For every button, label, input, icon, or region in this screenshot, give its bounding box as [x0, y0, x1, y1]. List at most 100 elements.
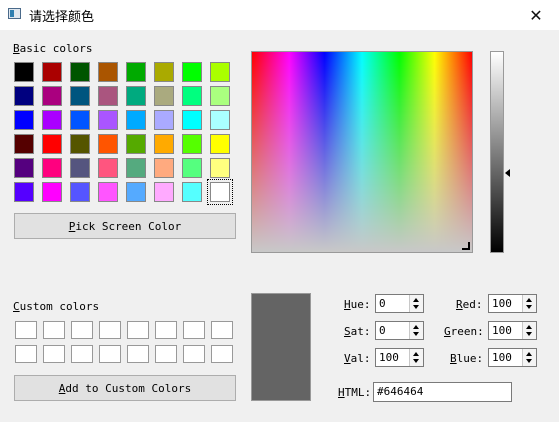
basic-color-swatch[interactable] — [14, 158, 34, 178]
basic-color-swatch[interactable] — [182, 134, 202, 154]
custom-color-swatch[interactable] — [183, 345, 205, 363]
basic-color-swatch[interactable] — [70, 62, 90, 82]
basic-color-swatch[interactable] — [42, 110, 62, 130]
sat-down-arrow-icon[interactable] — [413, 332, 419, 336]
basic-color-swatch[interactable] — [70, 134, 90, 154]
basic-color-swatch[interactable] — [210, 134, 230, 154]
basic-color-swatch[interactable] — [14, 182, 34, 202]
basic-color-swatch[interactable] — [210, 110, 230, 130]
red-spinbox[interactable]: 100 — [488, 294, 537, 313]
basic-color-swatch[interactable] — [210, 62, 230, 82]
sat-spinbox[interactable]: 0 — [375, 321, 424, 340]
hue-saturation-spectrum[interactable] — [251, 51, 473, 253]
hue-down-arrow-icon[interactable] — [413, 305, 419, 309]
basic-color-swatch[interactable] — [70, 182, 90, 202]
red-label: Red: — [456, 298, 483, 311]
basic-color-swatch[interactable] — [126, 62, 146, 82]
html-color-input[interactable]: #646464 — [373, 382, 512, 402]
html-label: HTML: — [338, 386, 372, 399]
spectrum-crosshair[interactable] — [462, 242, 470, 250]
custom-color-swatch[interactable] — [43, 321, 65, 339]
hue-label: Hue: — [344, 298, 371, 311]
basic-color-swatch[interactable] — [126, 158, 146, 178]
blue-up-arrow-icon[interactable] — [526, 352, 532, 356]
close-button[interactable]: ✕ — [513, 0, 559, 30]
pick-screen-color-label: Pick Screen Color — [68, 219, 182, 233]
val-spinbox[interactable]: 100 — [375, 348, 424, 367]
basic-color-swatch[interactable] — [182, 182, 202, 202]
basic-color-swatch[interactable] — [42, 158, 62, 178]
luminance-arrow-icon[interactable] — [505, 169, 510, 177]
basic-color-swatch[interactable] — [154, 182, 174, 202]
basic-color-swatch[interactable] — [182, 158, 202, 178]
custom-color-swatch[interactable] — [71, 321, 93, 339]
basic-color-swatch[interactable] — [98, 134, 118, 154]
basic-color-swatch[interactable] — [154, 158, 174, 178]
app-icon — [8, 8, 21, 19]
blue-down-arrow-icon[interactable] — [526, 359, 532, 363]
basic-color-swatch[interactable] — [126, 134, 146, 154]
basic-color-swatch[interactable] — [42, 86, 62, 106]
basic-color-swatch[interactable] — [70, 110, 90, 130]
custom-color-swatch[interactable] — [71, 345, 93, 363]
custom-color-swatch[interactable] — [99, 321, 121, 339]
basic-color-swatch[interactable] — [126, 110, 146, 130]
pick-screen-color-button[interactable]: Pick Screen Color — [14, 213, 236, 239]
basic-color-swatch[interactable] — [98, 62, 118, 82]
basic-color-swatch[interactable] — [42, 62, 62, 82]
custom-color-swatch[interactable] — [99, 345, 121, 363]
basic-color-swatch[interactable] — [207, 179, 233, 205]
basic-color-swatch[interactable] — [210, 158, 230, 178]
basic-color-swatch[interactable] — [14, 86, 34, 106]
basic-color-swatch[interactable] — [98, 182, 118, 202]
basic-color-swatch[interactable] — [70, 158, 90, 178]
custom-color-swatch[interactable] — [43, 345, 65, 363]
red-down-arrow-icon[interactable] — [526, 305, 532, 309]
basic-color-swatch[interactable] — [98, 86, 118, 106]
basic-color-swatch[interactable] — [14, 62, 34, 82]
basic-color-swatch[interactable] — [126, 182, 146, 202]
custom-color-swatch[interactable] — [127, 345, 149, 363]
basic-color-swatch[interactable] — [126, 86, 146, 106]
basic-color-swatch[interactable] — [42, 182, 62, 202]
basic-color-swatch[interactable] — [98, 110, 118, 130]
hue-spinbox[interactable]: 0 — [375, 294, 424, 313]
basic-color-swatch[interactable] — [70, 86, 90, 106]
basic-color-swatch[interactable] — [14, 134, 34, 154]
window-title: 请选择颜色 — [29, 10, 95, 25]
luminance-slider[interactable] — [490, 51, 504, 253]
basic-color-swatch[interactable] — [14, 110, 34, 130]
custom-color-swatch[interactable] — [15, 321, 37, 339]
green-value: 100 — [492, 324, 512, 337]
custom-color-swatch[interactable] — [155, 345, 177, 363]
basic-color-swatch[interactable] — [182, 86, 202, 106]
custom-colors-grid — [15, 321, 233, 363]
basic-color-swatch[interactable] — [154, 62, 174, 82]
custom-color-swatch[interactable] — [15, 345, 37, 363]
val-down-arrow-icon[interactable] — [413, 359, 419, 363]
val-value: 100 — [379, 351, 399, 364]
basic-color-swatch[interactable] — [154, 110, 174, 130]
basic-color-swatch[interactable] — [154, 86, 174, 106]
sat-up-arrow-icon[interactable] — [413, 325, 419, 329]
custom-color-swatch[interactable] — [211, 345, 233, 363]
val-up-arrow-icon[interactable] — [413, 352, 419, 356]
basic-color-swatch[interactable] — [182, 62, 202, 82]
custom-color-swatch[interactable] — [183, 321, 205, 339]
green-down-arrow-icon[interactable] — [526, 332, 532, 336]
hue-up-arrow-icon[interactable] — [413, 298, 419, 302]
custom-color-swatch[interactable] — [127, 321, 149, 339]
val-label: Val: — [344, 352, 371, 365]
blue-spinbox[interactable]: 100 — [488, 348, 537, 367]
basic-color-swatch[interactable] — [210, 86, 230, 106]
add-to-custom-colors-button[interactable]: Add to Custom Colors — [14, 375, 236, 401]
basic-color-swatch[interactable] — [182, 110, 202, 130]
custom-color-swatch[interactable] — [211, 321, 233, 339]
basic-color-swatch[interactable] — [42, 134, 62, 154]
basic-color-swatch[interactable] — [98, 158, 118, 178]
custom-color-swatch[interactable] — [155, 321, 177, 339]
red-up-arrow-icon[interactable] — [526, 298, 532, 302]
basic-color-swatch[interactable] — [154, 134, 174, 154]
green-spinbox[interactable]: 100 — [488, 321, 537, 340]
green-up-arrow-icon[interactable] — [526, 325, 532, 329]
